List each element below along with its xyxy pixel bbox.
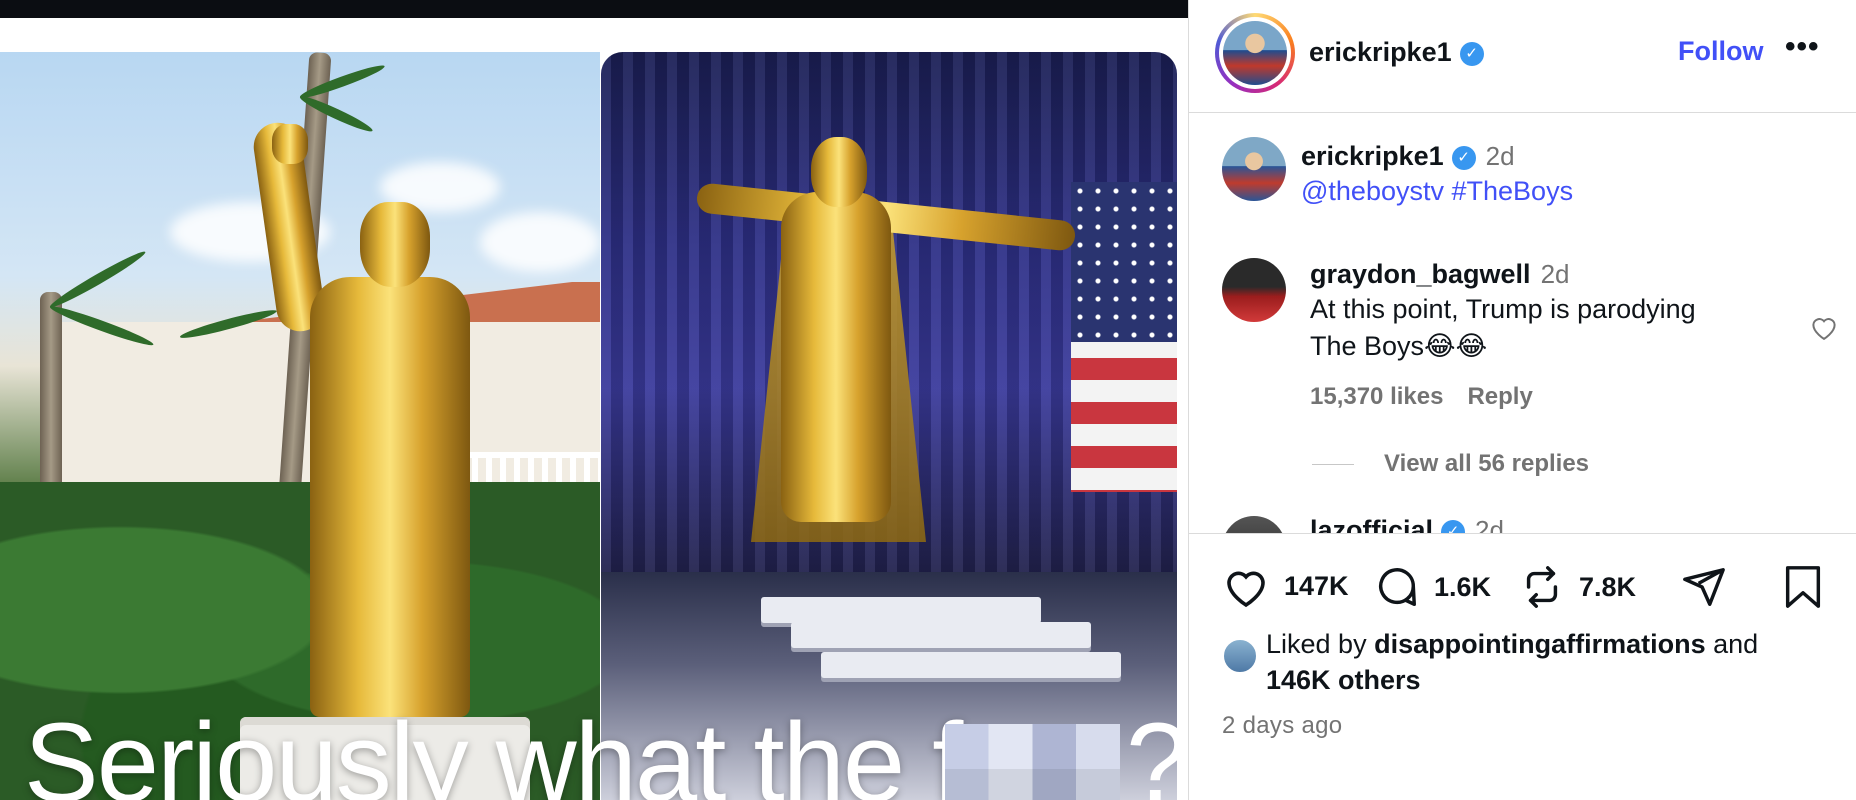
follow-button[interactable]: Follow xyxy=(1678,36,1763,67)
comment-meta: 15,370 likes Reply xyxy=(1310,383,1557,411)
comment-likes[interactable]: 15,370 likes xyxy=(1310,383,1443,410)
verified-icon: ✓ xyxy=(1451,145,1476,170)
censored-word-blur xyxy=(945,724,1120,800)
comment-username[interactable]: graydon_bagwell xyxy=(1310,259,1531,289)
comment-header: graydon_bagwell 2d xyxy=(1310,259,1569,290)
stage-statue-photo xyxy=(601,52,1177,800)
comment-time: 2d xyxy=(1540,259,1570,289)
verified-icon: ✓ xyxy=(1459,41,1484,66)
header-username-text[interactable]: erickripke1 xyxy=(1309,37,1452,67)
like-count: 147K xyxy=(1284,570,1349,601)
liked-by-conjunction: and xyxy=(1713,629,1759,659)
caption-text: @theboystv #TheBoys xyxy=(1301,173,1573,210)
comment-text: At this point, Trump is parodying The Bo… xyxy=(1310,291,1696,365)
commenter-avatar[interactable] xyxy=(1222,258,1286,322)
comment-count: 1.6K xyxy=(1434,571,1492,602)
comment-icon xyxy=(1379,568,1416,606)
like-button[interactable]: 147K xyxy=(1222,564,1349,608)
verified-icon: ✓ xyxy=(1441,519,1466,533)
commenter-avatar[interactable] xyxy=(1222,516,1286,533)
view-replies-button[interactable]: View all 56 replies xyxy=(1312,450,1589,478)
liked-by-prefix: Liked by xyxy=(1266,629,1367,659)
post-timestamp: 2 days ago xyxy=(1222,712,1343,739)
action-bar: 147K 1.6K 7.8K Liked by disappointingaff… xyxy=(1189,533,1856,800)
meme-caption: Seriously what the f xyxy=(24,700,963,800)
bookmark-icon xyxy=(1785,566,1821,608)
repost-button[interactable]: 7.8K xyxy=(1519,564,1636,610)
mention-link[interactable]: @theboystv xyxy=(1301,176,1444,206)
instagram-post-view: Seriously what the f ? erickripke1 ✓ Foll… xyxy=(0,0,1856,800)
comment-header: lazofficial ✓ 2d xyxy=(1310,515,1504,533)
liked-by-user[interactable]: disappointingaffirmations xyxy=(1374,629,1706,659)
caption-author-name[interactable]: erickripke1 xyxy=(1301,141,1444,171)
media-top-bar xyxy=(0,0,1188,18)
share-button[interactable] xyxy=(1681,564,1741,610)
comment-like-icon[interactable] xyxy=(1809,313,1839,349)
caption-time: 2d xyxy=(1485,141,1515,171)
reply-button[interactable]: Reply xyxy=(1467,383,1532,410)
repost-icon xyxy=(1526,566,1558,608)
post-media: Seriously what the f ? xyxy=(0,0,1188,800)
liked-by-avatar[interactable] xyxy=(1222,638,1258,674)
author-avatar[interactable] xyxy=(1215,13,1295,93)
comment-time: 2d xyxy=(1475,515,1504,533)
liked-by-text: Liked by disappointingaffirmations and 1… xyxy=(1266,626,1826,698)
hashtag-link[interactable]: #TheBoys xyxy=(1452,176,1574,206)
post-image[interactable]: Seriously what the f ? xyxy=(0,52,1177,800)
comment-button[interactable]: 1.6K xyxy=(1374,564,1491,610)
comment-text-line-1: At this point, Trump is parodying xyxy=(1310,294,1696,324)
share-icon xyxy=(1683,568,1725,606)
comments-list[interactable]: erickripke1 ✓ 2d @theboystv #TheBoys grayd… xyxy=(1189,113,1856,533)
post-sidebar: erickripke1 ✓ Follow ••• erickripke1 ✓ 2d @… xyxy=(1188,0,1856,800)
more-icon[interactable]: ••• xyxy=(1785,30,1820,64)
caption-author-avatar[interactable] xyxy=(1222,137,1286,201)
comment-username[interactable]: lazofficial xyxy=(1310,515,1433,533)
repost-count: 7.8K xyxy=(1579,571,1637,602)
heart-icon xyxy=(1227,571,1265,608)
liked-by-others[interactable]: 146K others xyxy=(1266,665,1421,695)
header-username[interactable]: erickripke1 ✓ xyxy=(1309,37,1484,68)
caption-author: erickripke1 ✓ 2d xyxy=(1301,141,1515,172)
save-button[interactable] xyxy=(1782,564,1838,610)
comment-text-line-2: The Boys😂😂 xyxy=(1310,331,1488,361)
gold-statue-photo xyxy=(0,52,600,800)
meme-caption-tail: ? xyxy=(1126,707,1177,800)
post-header: erickripke1 ✓ Follow ••• xyxy=(1189,0,1856,113)
